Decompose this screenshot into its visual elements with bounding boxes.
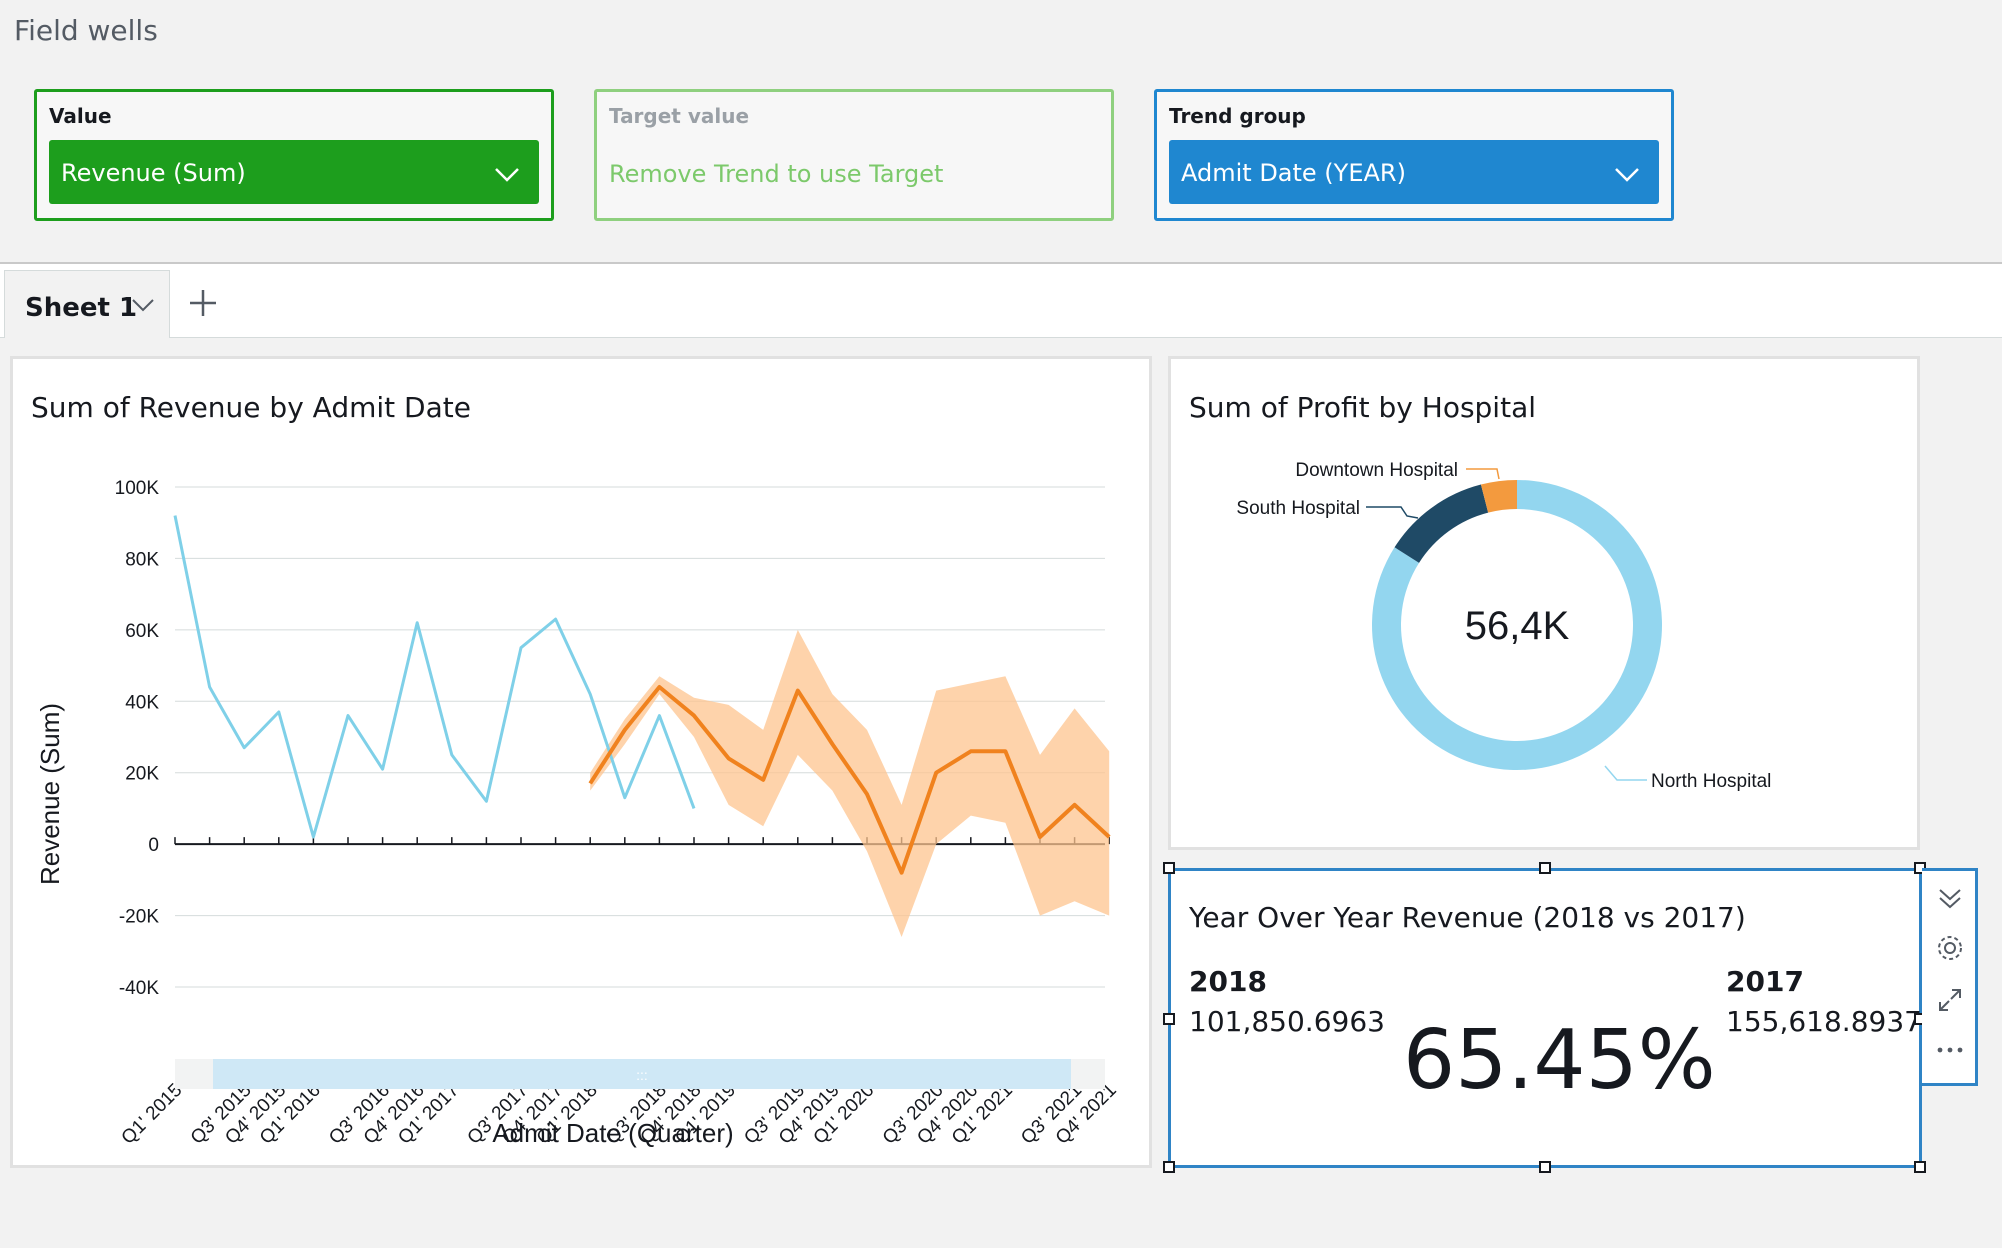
kpi-left-year: 2018 <box>1189 965 1267 998</box>
tab-label: Sheet 1 <box>25 293 138 323</box>
donut-chart[interactable]: 56,4K North Hospital South Hospital Downtow… <box>1171 359 1917 847</box>
resize-handle[interactable] <box>1914 1161 1926 1173</box>
resize-handle[interactable] <box>1539 1161 1551 1173</box>
sheet-tab-bar <box>0 264 2002 338</box>
chevron-down-icon[interactable] <box>131 295 155 315</box>
y-tick-label: -40K <box>119 978 159 999</box>
y-axis-title: Revenue (Sum) <box>35 703 65 885</box>
trend-well-label: Trend group <box>1169 104 1306 128</box>
target-well: Target value Remove Trend to use Target <box>594 89 1114 221</box>
resize-handle[interactable] <box>1163 1013 1175 1025</box>
y-tick-label: 60K <box>125 621 159 642</box>
value-well: Value Revenue (Sum) <box>34 89 554 221</box>
line-chart-panel[interactable]: Sum of Revenue by Admit Date 100K 80K 60K 4… <box>10 356 1152 1168</box>
x-tick-label: Q1' 2015 <box>118 1080 187 1149</box>
value-well-label: Value <box>49 104 112 128</box>
x-axis-title: Admit Date (Quarter) <box>492 1118 733 1148</box>
expand-icon[interactable] <box>1935 985 1965 1015</box>
donut-label: South Hospital <box>1236 498 1360 519</box>
line-chart[interactable]: 100K80K60K40K20K0-20K-40KQ1' 2015 Q3' 201… <box>13 359 1149 1165</box>
target-well-hint: Remove Trend to use Target <box>609 160 944 188</box>
donut-slice-south-hospital <box>1394 484 1489 563</box>
actual-revenue-line <box>173 515 696 839</box>
donut-center-value: 56,4K <box>1465 604 1570 648</box>
kpi-panel[interactable]: Year Over Year Revenue (2018 vs 2017) 20… <box>1168 868 1922 1168</box>
trend-field-dropdown[interactable]: Admit Date (YEAR) <box>1169 140 1659 204</box>
value-field-dropdown[interactable]: Revenue (Sum) <box>49 140 539 204</box>
resize-handle[interactable] <box>1163 1161 1175 1173</box>
y-tick-label: 40K <box>125 692 159 713</box>
y-tick-label: 80K <box>125 549 159 570</box>
kpi-left-value: 101,850.6963 <box>1189 1005 1385 1038</box>
leader-line <box>1466 468 1500 480</box>
resize-handle[interactable] <box>1163 862 1175 874</box>
target-well-label: Target value <box>609 104 750 128</box>
leader-line <box>1366 506 1419 519</box>
y-tick-label: 20K <box>125 764 159 785</box>
gear-icon[interactable] <box>1935 933 1965 963</box>
leader-line <box>1604 765 1647 781</box>
kpi-right-year: 2017 <box>1726 965 1804 998</box>
more-icon[interactable] <box>1935 1035 1965 1065</box>
field-wells-title: Field wells <box>14 14 158 47</box>
kpi-percent: 65.45% <box>1403 1013 1716 1108</box>
y-tick-label: 0 <box>148 835 159 856</box>
scrollbar-grip: ::: <box>636 1067 648 1083</box>
kpi-right-value: 155,618.8937 <box>1726 1005 1922 1038</box>
chevron-down-icon <box>1615 168 1639 182</box>
trend-well: Trend group Admit Date (YEAR) <box>1154 89 1674 221</box>
visual-menu-toolbar <box>1922 868 1978 1086</box>
chevron-down-icon <box>495 168 519 182</box>
donut-chart-panel[interactable]: Sum of Profit by Hospital 56,4K North Hos… <box>1168 356 1920 850</box>
donut-label: Downtown Hospital <box>1295 460 1458 481</box>
y-tick-label: -20K <box>119 907 159 928</box>
value-field-label: Revenue (Sum) <box>61 159 246 187</box>
resize-handle[interactable] <box>1539 862 1551 874</box>
collapse-icon[interactable] <box>1935 883 1965 913</box>
add-sheet-icon[interactable] <box>186 286 220 320</box>
y-tick-label: 100K <box>115 478 160 499</box>
donut-label: North Hospital <box>1651 771 1771 792</box>
forecast-band <box>590 629 1110 937</box>
tab-sheet-1[interactable]: Sheet 1 <box>4 270 170 338</box>
trend-field-label: Admit Date (YEAR) <box>1181 159 1406 187</box>
kpi-title: Year Over Year Revenue (2018 vs 2017) <box>1189 901 1746 934</box>
